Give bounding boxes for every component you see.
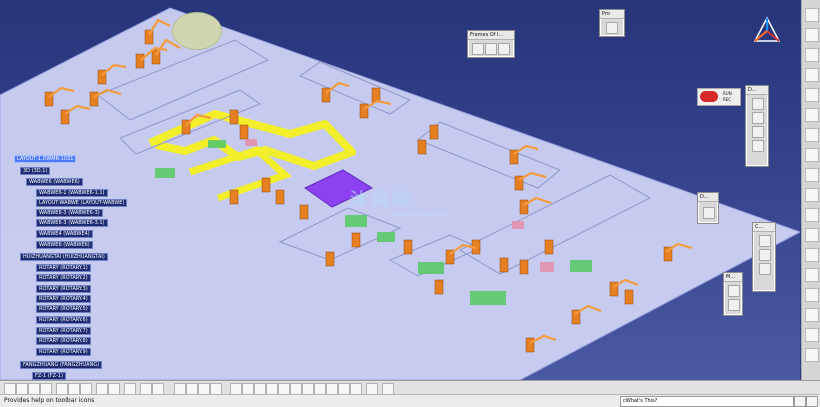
view-icon[interactable] xyxy=(805,108,819,122)
assembly-icon[interactable] xyxy=(805,48,819,62)
frames-toolbar-title: Frames Of I... xyxy=(468,31,514,40)
c-tool-1-icon[interactable] xyxy=(759,235,771,247)
tree-item[interactable]: ROTARY (ROTARY.9) xyxy=(36,348,91,356)
sketch-icon[interactable] xyxy=(805,8,819,22)
tree-item[interactable]: LAYOUT-WABWE (LAYOUT-WABWE) xyxy=(36,199,128,207)
d-tool-2-icon[interactable] xyxy=(752,112,764,124)
d-tool-3-icon[interactable] xyxy=(752,126,764,138)
tree-item[interactable]: ROTARY (ROTARY.1) xyxy=(36,264,91,272)
tree-item[interactable]: ROTARY (ROTARY.7) xyxy=(36,327,91,335)
options-icon[interactable] xyxy=(805,328,819,342)
analysis-icon[interactable] xyxy=(805,88,819,102)
hide-icon[interactable] xyxy=(805,188,819,202)
c-tool-2-icon[interactable] xyxy=(759,249,771,261)
tree-item[interactable]: ROTARY (ROTARY.4) xyxy=(36,295,91,303)
watermark-subtext: www.mfcad.com xyxy=(390,210,448,218)
rotate-icon[interactable] xyxy=(805,148,819,162)
status-button-2[interactable] xyxy=(806,396,818,407)
m-tool-2-icon[interactable] xyxy=(728,299,740,311)
d2-toolbar: D... xyxy=(697,192,719,224)
tree-item[interactable]: WABWE6-3 (WABWE6-3) xyxy=(36,209,103,217)
tree-item[interactable]: WABWE6-3 (WABWE6-3.1) xyxy=(36,219,108,227)
command-input[interactable]: cWhat's This? xyxy=(620,396,794,407)
part-design-icon[interactable] xyxy=(805,28,819,42)
tree-item[interactable]: HUIZHUANGTAI (HUIZHUANGTAI) xyxy=(20,253,108,261)
material-icon[interactable] xyxy=(805,248,819,262)
m-toolbar: M... xyxy=(723,272,743,316)
tree-item[interactable]: FZ-1 (FZ-1) xyxy=(32,372,66,380)
3d-viewport[interactable]: 沐风网 www.mfcad.com LAYOUT-1.DWMR-1031 3D … xyxy=(0,0,800,380)
pro-tool-icon[interactable] xyxy=(606,22,618,34)
compass-icon[interactable] xyxy=(752,16,782,46)
m-tool-1-icon[interactable] xyxy=(728,285,740,297)
plant-thumbnail xyxy=(172,12,222,50)
pro-toolbar: Pro xyxy=(599,9,625,37)
tree-item[interactable]: WABWE6-1 (WABWE6-1.1) xyxy=(36,189,108,197)
tree-item[interactable]: ROTARY (ROTARY.2) xyxy=(36,274,91,282)
d-toolbar: D... xyxy=(745,85,769,167)
tree-item[interactable]: ROTARY (ROTARY.3) xyxy=(36,285,91,293)
simulation-icon[interactable] xyxy=(805,288,819,302)
status-bar: Provides help on toolbar icons cWhat's T… xyxy=(0,394,820,407)
frame-edit-icon[interactable] xyxy=(485,43,497,55)
d-tool-4-icon[interactable] xyxy=(752,140,764,152)
record-panel: RUN REC xyxy=(697,88,741,106)
watermark-text: 沐风网 xyxy=(350,190,413,211)
status-button-1[interactable] xyxy=(794,396,806,407)
m-toolbar-title: M... xyxy=(724,273,742,282)
frame-tool-icon[interactable] xyxy=(472,43,484,55)
zoom-icon[interactable] xyxy=(805,128,819,142)
analysis-2-icon[interactable] xyxy=(805,308,819,322)
record-label-1: RUN xyxy=(723,91,732,96)
measure-icon[interactable] xyxy=(805,68,819,82)
c-tool-3-icon[interactable] xyxy=(759,263,771,275)
bottom-toolbar xyxy=(0,380,820,395)
tree-item[interactable]: FANGZHUANG (FANGZHUANG) xyxy=(20,361,103,369)
pro-toolbar-title: Pro xyxy=(600,10,624,19)
pan-icon[interactable] xyxy=(805,168,819,182)
camera-icon[interactable] xyxy=(805,268,819,282)
show-icon[interactable] xyxy=(805,208,819,222)
frame-list-icon[interactable] xyxy=(498,43,510,55)
record-button[interactable] xyxy=(700,91,718,102)
tree-item[interactable]: ROTARY (ROTARY.8) xyxy=(36,337,91,345)
tree-item[interactable]: WABWE4 (WABWE4) xyxy=(36,230,93,238)
tree-item[interactable]: ROTARY (ROTARY.6) xyxy=(36,316,91,324)
c-toolbar-title: C... xyxy=(753,223,775,232)
d-tool-1-icon[interactable] xyxy=(752,98,764,110)
right-toolbar xyxy=(801,0,820,380)
record-label-2: REC xyxy=(723,97,732,102)
d-toolbar-title: D... xyxy=(746,86,768,95)
tree-item[interactable]: ROTARY (ROTARY.5) xyxy=(36,305,91,313)
tree-item[interactable]: WABWE6 (WABWE6) xyxy=(26,178,83,186)
help-icon[interactable] xyxy=(805,348,819,362)
shading-icon[interactable] xyxy=(805,228,819,242)
tree-root[interactable]: LAYOUT-1.DWMR-1031 xyxy=(14,155,77,163)
d2-tool-icon[interactable] xyxy=(703,207,715,219)
status-text: Provides help on toolbar icons xyxy=(4,397,95,404)
tree-item[interactable]: 3D (3D.1) xyxy=(20,167,51,175)
c-toolbar: C... xyxy=(752,222,776,292)
tree-item[interactable]: WABWE6 (WABWE6) xyxy=(36,241,93,249)
d2-toolbar-title: D... xyxy=(698,193,718,202)
frames-toolbar: Frames Of I... xyxy=(467,30,515,58)
